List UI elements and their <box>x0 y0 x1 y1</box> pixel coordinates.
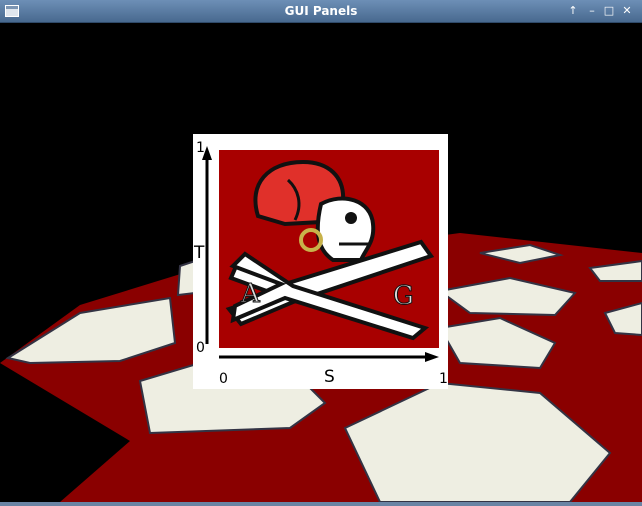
t-axis-max-label: 1 <box>196 140 205 156</box>
texture-axes: A G <box>202 146 439 362</box>
window-title: GUI Panels <box>284 4 358 18</box>
window-bottom-border <box>0 502 642 506</box>
minimize-button[interactable]: – <box>584 3 600 19</box>
close-button[interactable]: ✕ <box>619 3 635 19</box>
t-axis-label: T <box>194 243 205 263</box>
s-axis-min-label: 0 <box>219 371 228 387</box>
jolly-roger-texture: A G <box>219 150 439 348</box>
t-axis-min-label: 0 <box>196 340 205 356</box>
texture-letter-g: G <box>393 281 414 311</box>
s-axis-max-label: 1 <box>439 371 448 387</box>
texture-letter-a: A <box>240 279 261 309</box>
app-window: GUI Panels ↑ – □ ✕ A G 1 T 0 0 S 1 <box>0 0 642 506</box>
texture-panel[interactable]: A G 1 T 0 0 S 1 <box>193 134 448 389</box>
keep-above-button[interactable]: ↑ <box>565 3 581 19</box>
title-bar[interactable]: GUI Panels ↑ – □ ✕ <box>0 0 642 23</box>
s-axis-label: S <box>324 367 335 387</box>
maximize-button[interactable]: □ <box>601 3 617 19</box>
